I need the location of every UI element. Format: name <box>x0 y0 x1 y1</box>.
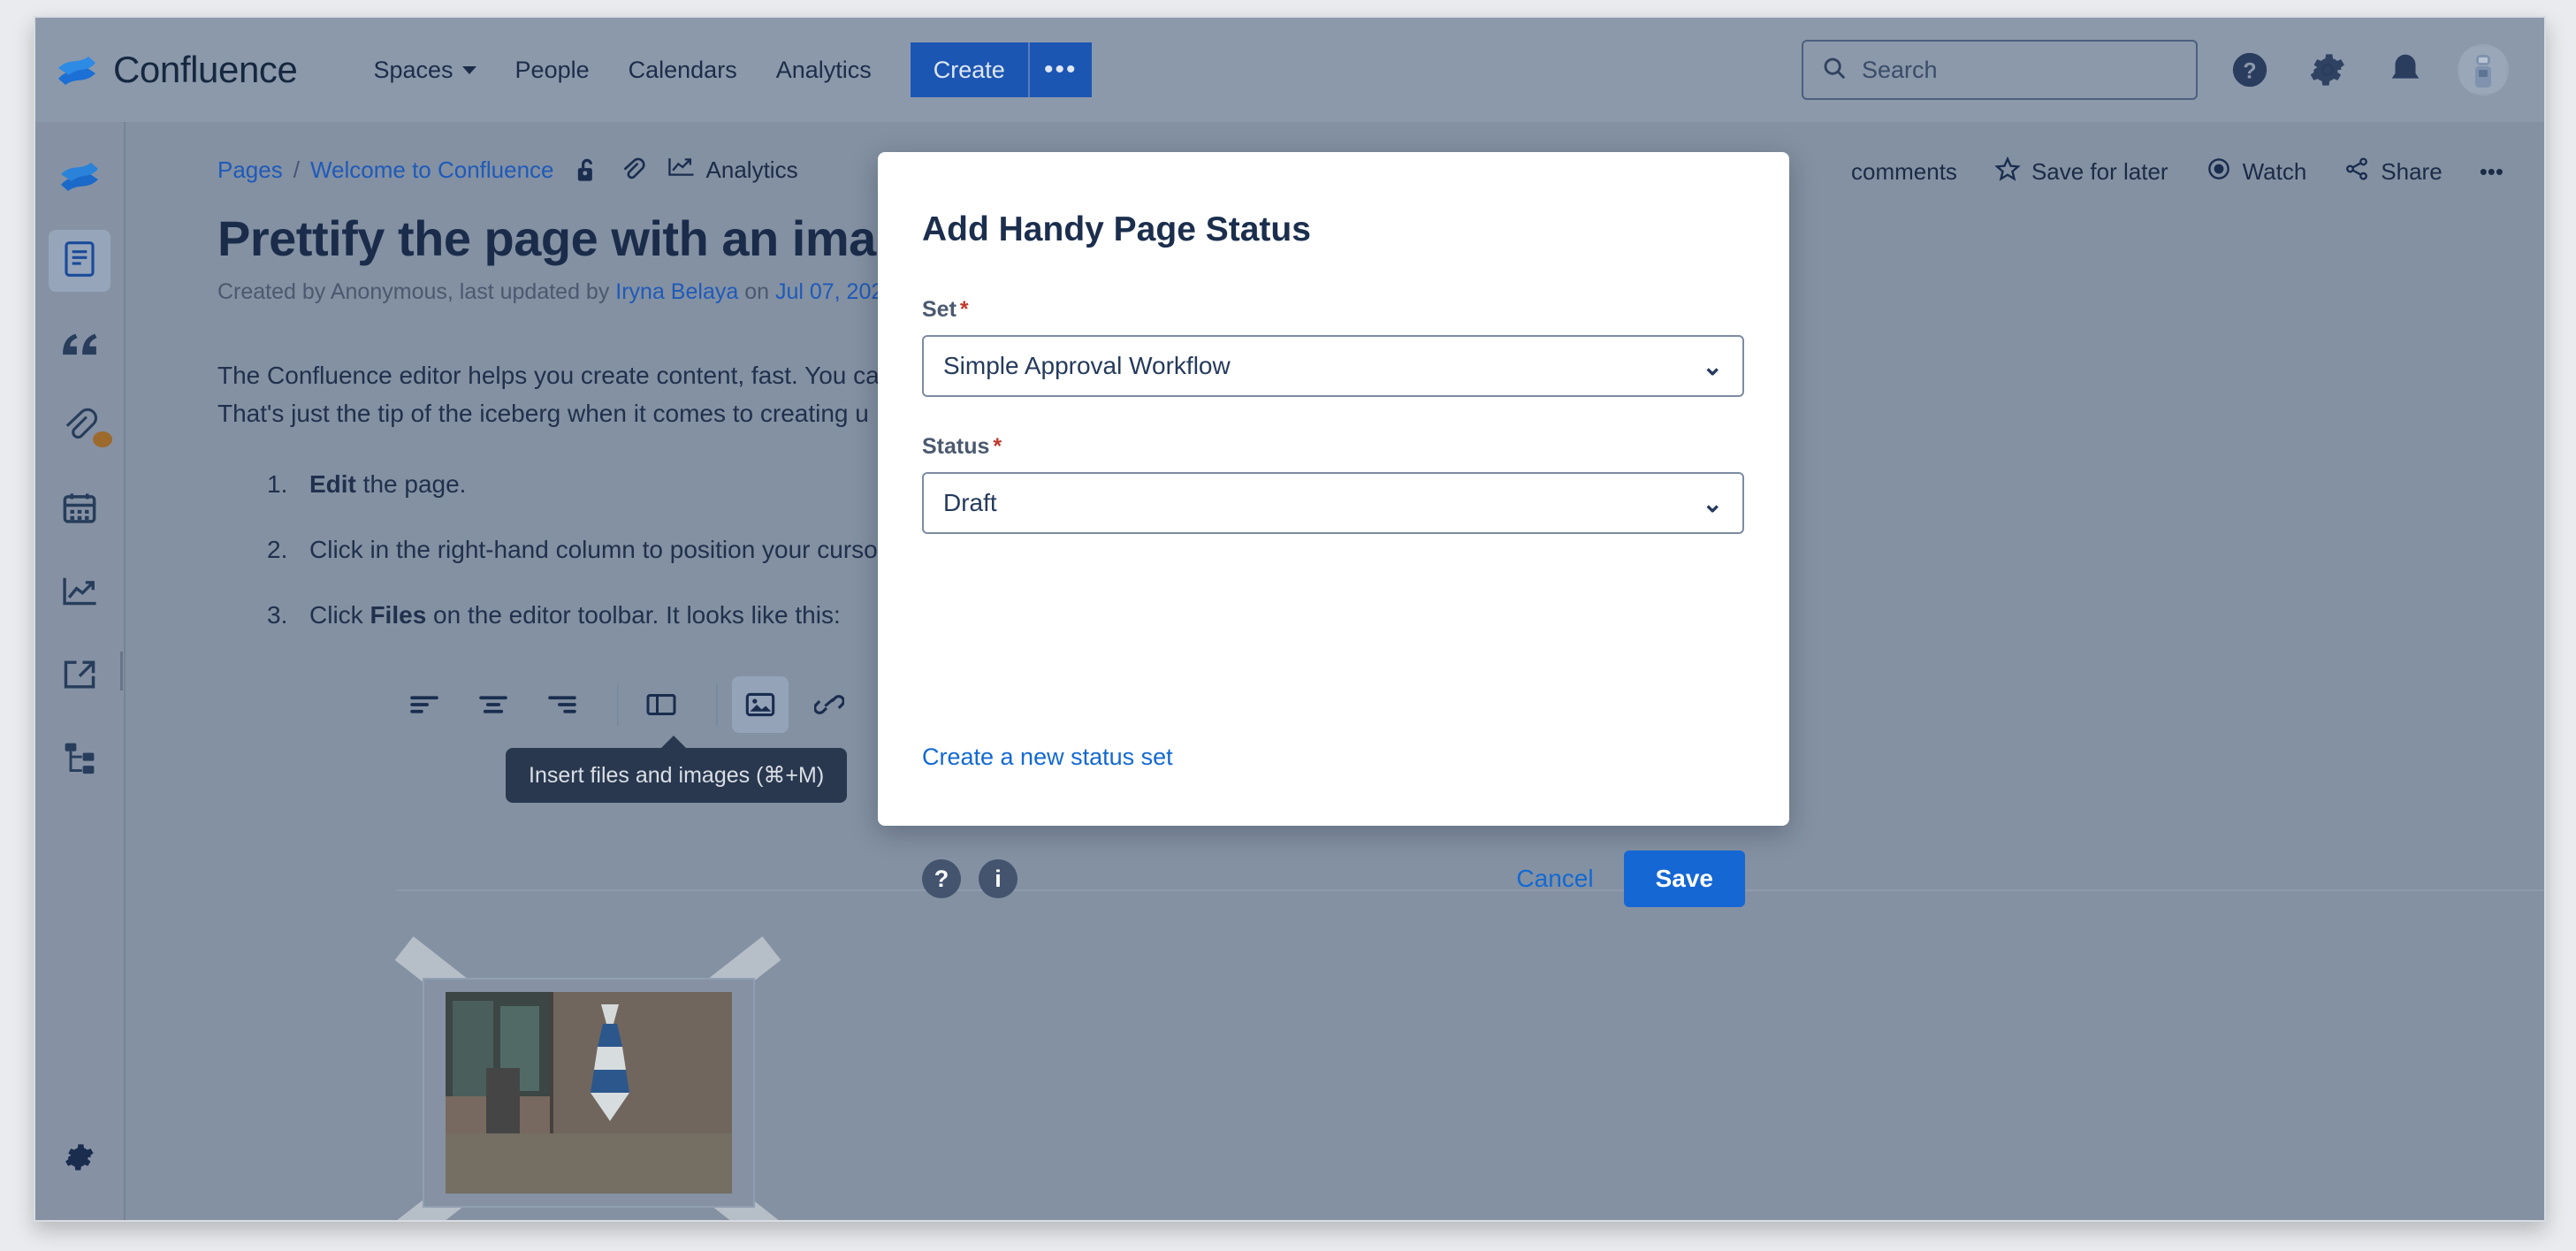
set-label: Set * <box>922 297 1744 323</box>
required-marker: * <box>959 297 969 322</box>
nav-item-calendars[interactable]: Calendars <box>609 57 757 84</box>
search-icon <box>1821 55 1848 86</box>
set-select[interactable]: Simple Approval Workflow ⌄ <box>922 335 1744 397</box>
dialog-footer: ? i Cancel Save <box>878 851 1789 907</box>
confluence-logo-icon <box>57 52 97 88</box>
create-button-group: Create ••• <box>910 42 1092 97</box>
svg-text:?: ? <box>2243 59 2256 84</box>
chevron-down-icon: ⌄ <box>1702 489 1723 517</box>
gear-icon[interactable] <box>2302 44 2353 95</box>
dialog-title: Add Handy Page Status <box>922 210 1311 248</box>
help-circle-icon[interactable]: ? <box>2224 44 2275 95</box>
status-label: Status * <box>922 434 1744 460</box>
set-selected-value: Simple Approval Workflow <box>943 352 1231 379</box>
search-placeholder: Search <box>1862 56 1938 83</box>
save-button[interactable]: Save <box>1623 851 1745 907</box>
nav-item-analytics[interactable]: Analytics <box>757 57 891 84</box>
required-marker: * <box>993 434 1002 459</box>
search-input[interactable]: Search <box>1802 40 2198 100</box>
status-select[interactable]: Draft ⌄ <box>922 472 1744 534</box>
cancel-button[interactable]: Cancel <box>1497 852 1612 905</box>
brand-logo-area[interactable]: Confluence <box>57 49 298 91</box>
nav-item-people[interactable]: People <box>496 57 609 84</box>
nav-item-spaces[interactable]: Spaces <box>354 57 495 84</box>
help-circle-icon[interactable]: ? <box>922 859 961 898</box>
avatar[interactable] <box>2458 44 2509 95</box>
set-label-text: Set <box>922 297 956 322</box>
status-field: Status * Draft ⌄ <box>922 434 1744 534</box>
nav-label: Analytics <box>775 56 872 83</box>
info-circle-icon[interactable]: i <box>979 859 1017 898</box>
status-label-text: Status <box>922 434 990 459</box>
chevron-down-icon <box>461 65 476 74</box>
brand-name: Confluence <box>113 49 298 90</box>
notification-bell-icon[interactable] <box>2380 44 2431 95</box>
nav-label: Calendars <box>628 56 737 83</box>
set-field: Set * Simple Approval Workflow ⌄ <box>922 297 1744 397</box>
top-navigation-bar: Confluence Spaces People Calendars Analy… <box>35 18 2544 122</box>
primary-nav: Spaces People Calendars Analytics Create… <box>354 42 1092 97</box>
create-new-status-set-link[interactable]: Create a new status set <box>922 744 1173 771</box>
browser-window: Confluence Spaces People Calendars Analy… <box>34 16 2546 1222</box>
chevron-down-icon: ⌄ <box>1702 352 1723 380</box>
add-handy-page-status-dialog: Add Handy Page Status Set * Simple Approv… <box>878 152 1789 907</box>
nav-label: People <box>514 56 590 83</box>
dialog-footer-actions: Cancel Save <box>1497 851 1745 907</box>
nav-label: Spaces <box>373 56 453 83</box>
create-more-button[interactable]: ••• <box>1027 42 1092 97</box>
top-nav-right-cluster: Search ? <box>1802 40 2509 100</box>
create-button[interactable]: Create <box>910 42 1028 97</box>
status-selected-value: Draft <box>943 489 997 516</box>
